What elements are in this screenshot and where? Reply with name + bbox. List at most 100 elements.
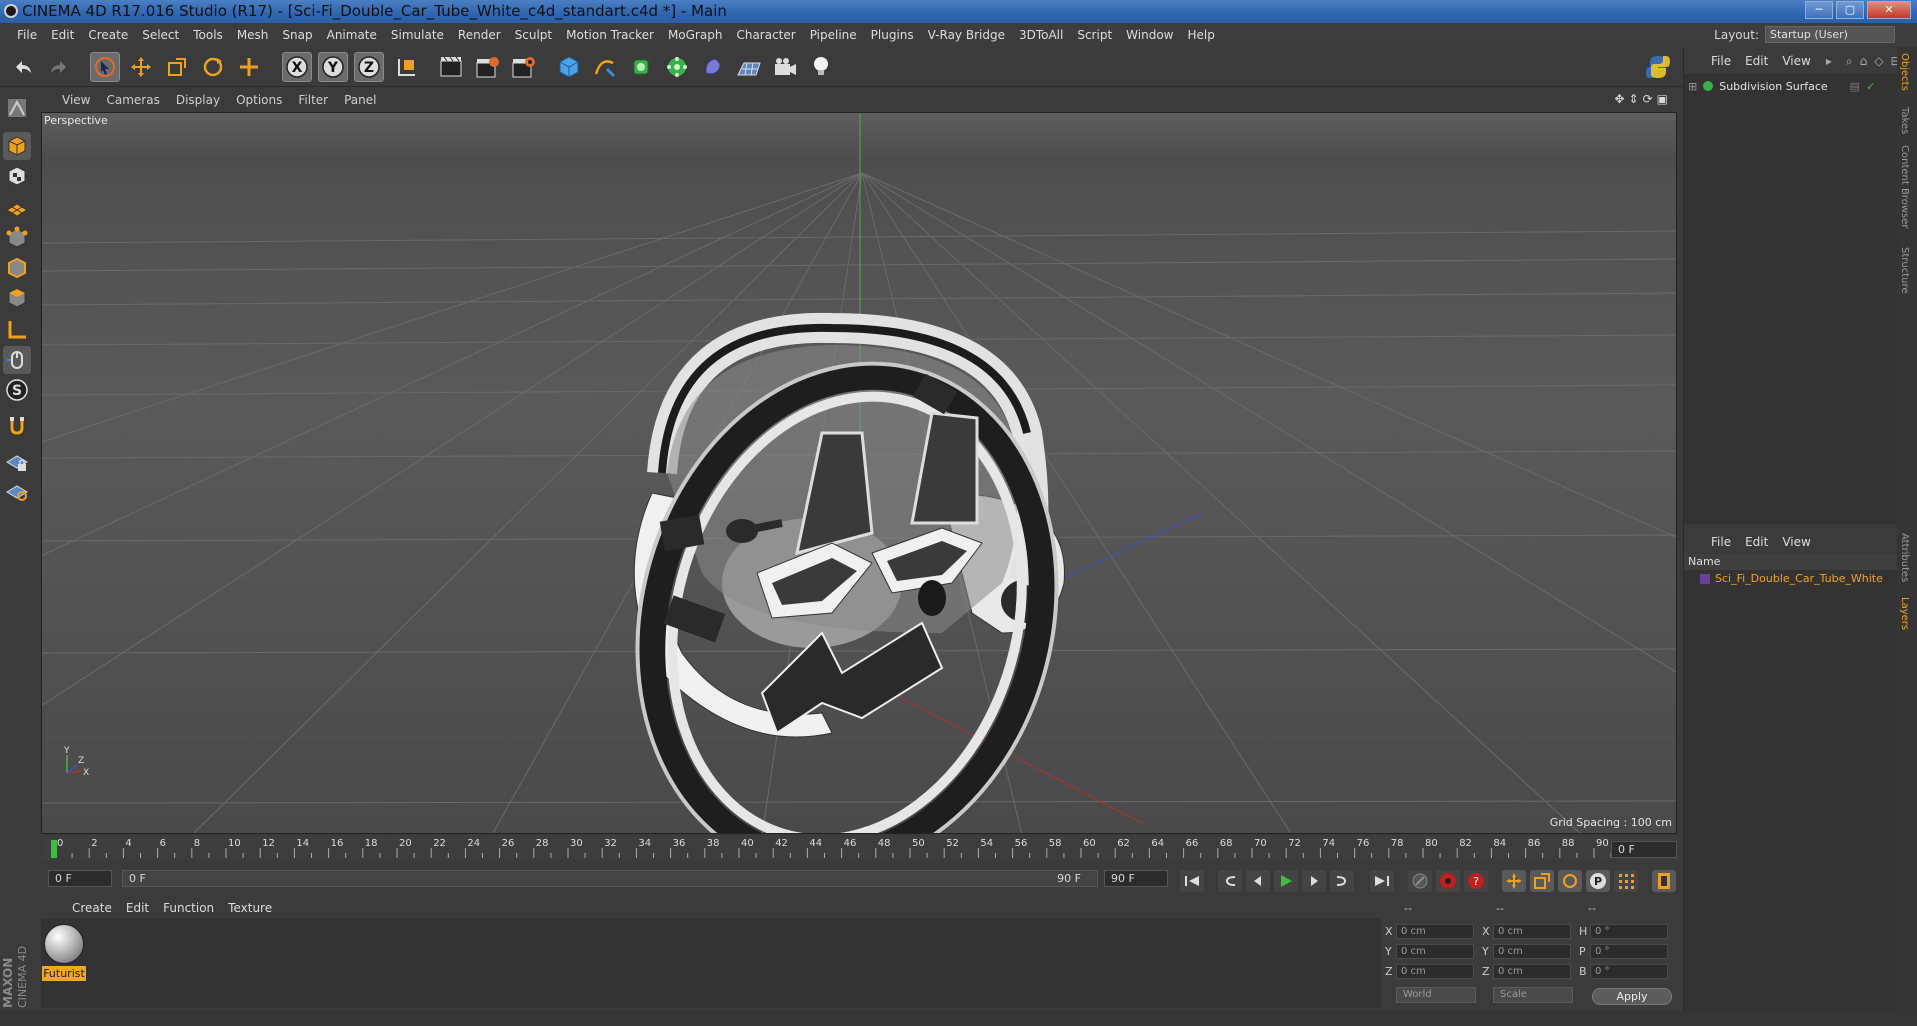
menu-render[interactable]: Render bbox=[451, 28, 508, 42]
layer-menu-view[interactable]: View bbox=[1775, 535, 1817, 549]
floor-scene-icon[interactable] bbox=[734, 52, 764, 82]
timeline-ruler[interactable]: 0 2 4 6 8 10 12 14 16 18 20 22 24 26 28 30 32 34 36 38 40 42 4… bbox=[41, 836, 1677, 860]
menu-file[interactable]: File bbox=[10, 28, 44, 42]
apply-button[interactable]: Apply bbox=[1592, 988, 1672, 1005]
menu-edit[interactable]: Edit bbox=[44, 28, 81, 42]
coordinate-system-icon[interactable] bbox=[392, 52, 422, 82]
snap-magnet-icon[interactable] bbox=[3, 412, 31, 440]
toggle-view-icon[interactable]: ▣ bbox=[1657, 92, 1668, 106]
workplane-mode-icon[interactable] bbox=[3, 192, 31, 220]
points-mode-icon[interactable] bbox=[3, 224, 31, 252]
dolly-view-icon[interactable]: ⇕ bbox=[1629, 92, 1639, 106]
record-keys-icon[interactable] bbox=[1408, 870, 1432, 892]
generator-nurbs-icon[interactable] bbox=[626, 52, 656, 82]
size-x-field[interactable]: 0 cm bbox=[1493, 924, 1571, 939]
camera-icon[interactable] bbox=[770, 52, 800, 82]
layer-row[interactable]: Sci_Fi_Double_Car_Tube_White bbox=[1700, 572, 1883, 585]
tab-content-browser[interactable]: Content Browser bbox=[1899, 145, 1910, 228]
next-key-icon[interactable] bbox=[1330, 870, 1354, 892]
undo-icon[interactable] bbox=[8, 52, 38, 82]
x-axis-lock-icon[interactable]: X bbox=[282, 52, 312, 82]
coordinate-space-dropdown[interactable]: World bbox=[1396, 987, 1476, 1003]
object-menu-more-icon[interactable]: ▸ bbox=[1826, 54, 1832, 68]
menu-vray-bridge[interactable]: V-Ray Bridge bbox=[921, 28, 1012, 42]
spline-pen-icon[interactable] bbox=[590, 52, 620, 82]
perspective-viewport[interactable]: Y X Z bbox=[41, 112, 1677, 834]
object-menu-edit[interactable]: Edit bbox=[1738, 54, 1775, 68]
lock-workplane-icon[interactable] bbox=[3, 448, 31, 476]
goto-end-icon[interactable] bbox=[1370, 870, 1394, 892]
play-icon[interactable] bbox=[1274, 870, 1298, 892]
tab-objects[interactable]: Objects bbox=[1899, 53, 1910, 91]
pos-z-field[interactable]: 0 cm bbox=[1396, 964, 1474, 979]
python-script-icon[interactable] bbox=[1643, 52, 1673, 82]
expand-toggle-icon[interactable]: ⊞ bbox=[1688, 80, 1697, 93]
edges-mode-icon[interactable] bbox=[3, 254, 31, 282]
tab-takes[interactable]: Takes bbox=[1899, 107, 1910, 134]
polygons-mode-icon[interactable] bbox=[3, 284, 31, 312]
material-menu-create[interactable]: Create bbox=[65, 901, 119, 915]
pos-y-field[interactable]: 0 cm bbox=[1396, 944, 1474, 959]
viewport-menu-cameras[interactable]: Cameras bbox=[98, 93, 167, 107]
size-y-field[interactable]: 0 cm bbox=[1493, 944, 1571, 959]
home-icon[interactable]: ⌂ bbox=[1860, 54, 1868, 69]
mograph-cloner-icon[interactable] bbox=[662, 52, 692, 82]
goto-start-icon[interactable] bbox=[1180, 870, 1204, 892]
object-row[interactable]: ⊞ Subdivision Surface ▤ ✓ bbox=[1688, 78, 1875, 94]
key-parameter-icon[interactable]: P bbox=[1586, 870, 1610, 892]
layer-column-header[interactable]: Name bbox=[1684, 554, 1897, 570]
menu-3dtoall[interactable]: 3DToAll bbox=[1012, 28, 1070, 42]
key-position-icon[interactable] bbox=[1502, 870, 1526, 892]
key-rotation-icon[interactable] bbox=[1558, 870, 1582, 892]
playhead-marker[interactable] bbox=[51, 840, 57, 858]
viewport-menu-panel[interactable]: Panel bbox=[336, 93, 384, 107]
menu-tools[interactable]: Tools bbox=[186, 28, 230, 42]
add-object-icon[interactable] bbox=[234, 52, 264, 82]
keyframe-selection-icon[interactable]: ? bbox=[1464, 870, 1488, 892]
live-selection-icon[interactable] bbox=[90, 52, 120, 82]
previous-frame-icon[interactable] bbox=[1246, 870, 1270, 892]
layers-toggle-icon[interactable]: ◇ bbox=[1874, 54, 1883, 69]
material-menu-function[interactable]: Function bbox=[156, 901, 221, 915]
pos-x-field[interactable]: 0 cm bbox=[1396, 924, 1474, 939]
maximize-button[interactable]: ▢ bbox=[1836, 1, 1864, 19]
y-axis-lock-icon[interactable]: Y bbox=[318, 52, 348, 82]
menu-simulate[interactable]: Simulate bbox=[384, 28, 451, 42]
frame-range-slider[interactable]: 0 F 90 F bbox=[122, 870, 1098, 887]
key-scale-icon[interactable] bbox=[1530, 870, 1554, 892]
menu-pipeline[interactable]: Pipeline bbox=[803, 28, 864, 42]
close-button[interactable]: ✕ bbox=[1867, 1, 1911, 19]
viewport-menu-filter[interactable]: Filter bbox=[290, 93, 336, 107]
move-icon[interactable] bbox=[126, 52, 156, 82]
rot-p-field[interactable]: 0 ° bbox=[1590, 944, 1668, 959]
tab-structure[interactable]: Structure bbox=[1899, 247, 1910, 294]
menu-character[interactable]: Character bbox=[729, 28, 802, 42]
next-frame-icon[interactable] bbox=[1302, 870, 1326, 892]
viewport-menu-display[interactable]: Display bbox=[168, 93, 228, 107]
make-editable-icon[interactable] bbox=[3, 94, 31, 122]
key-pla-icon[interactable] bbox=[1614, 870, 1638, 892]
autokeying-icon[interactable] bbox=[1436, 870, 1460, 892]
redo-icon[interactable] bbox=[44, 52, 74, 82]
material-menu-edit[interactable]: Edit bbox=[119, 901, 156, 915]
layout-dropdown[interactable]: Startup (User) bbox=[1765, 26, 1895, 43]
object-menu-view[interactable]: View bbox=[1775, 54, 1817, 68]
rotate-icon[interactable] bbox=[198, 52, 228, 82]
rot-b-field[interactable]: 0 ° bbox=[1590, 964, 1668, 979]
menu-mesh[interactable]: Mesh bbox=[230, 28, 276, 42]
current-frame-field[interactable]: 0 F bbox=[1611, 841, 1677, 858]
render-to-picture-viewer-icon[interactable] bbox=[472, 52, 502, 82]
size-z-field[interactable]: 0 cm bbox=[1493, 964, 1571, 979]
menu-select[interactable]: Select bbox=[135, 28, 186, 42]
planar-workplane-icon[interactable] bbox=[3, 478, 31, 506]
object-menu-file[interactable]: File bbox=[1704, 54, 1738, 68]
layer-color-swatch[interactable] bbox=[1700, 573, 1710, 584]
model-mode-icon[interactable] bbox=[3, 132, 31, 160]
viewport-menu-view[interactable]: View bbox=[54, 93, 98, 107]
render-view-icon[interactable] bbox=[436, 52, 466, 82]
end-frame-field[interactable]: 90 F bbox=[1104, 870, 1168, 887]
layer-tag-icon[interactable]: ▤ bbox=[1850, 80, 1860, 93]
menu-snap[interactable]: Snap bbox=[275, 28, 319, 42]
menu-help[interactable]: Help bbox=[1180, 28, 1221, 42]
pan-view-icon[interactable]: ✥ bbox=[1614, 92, 1624, 106]
